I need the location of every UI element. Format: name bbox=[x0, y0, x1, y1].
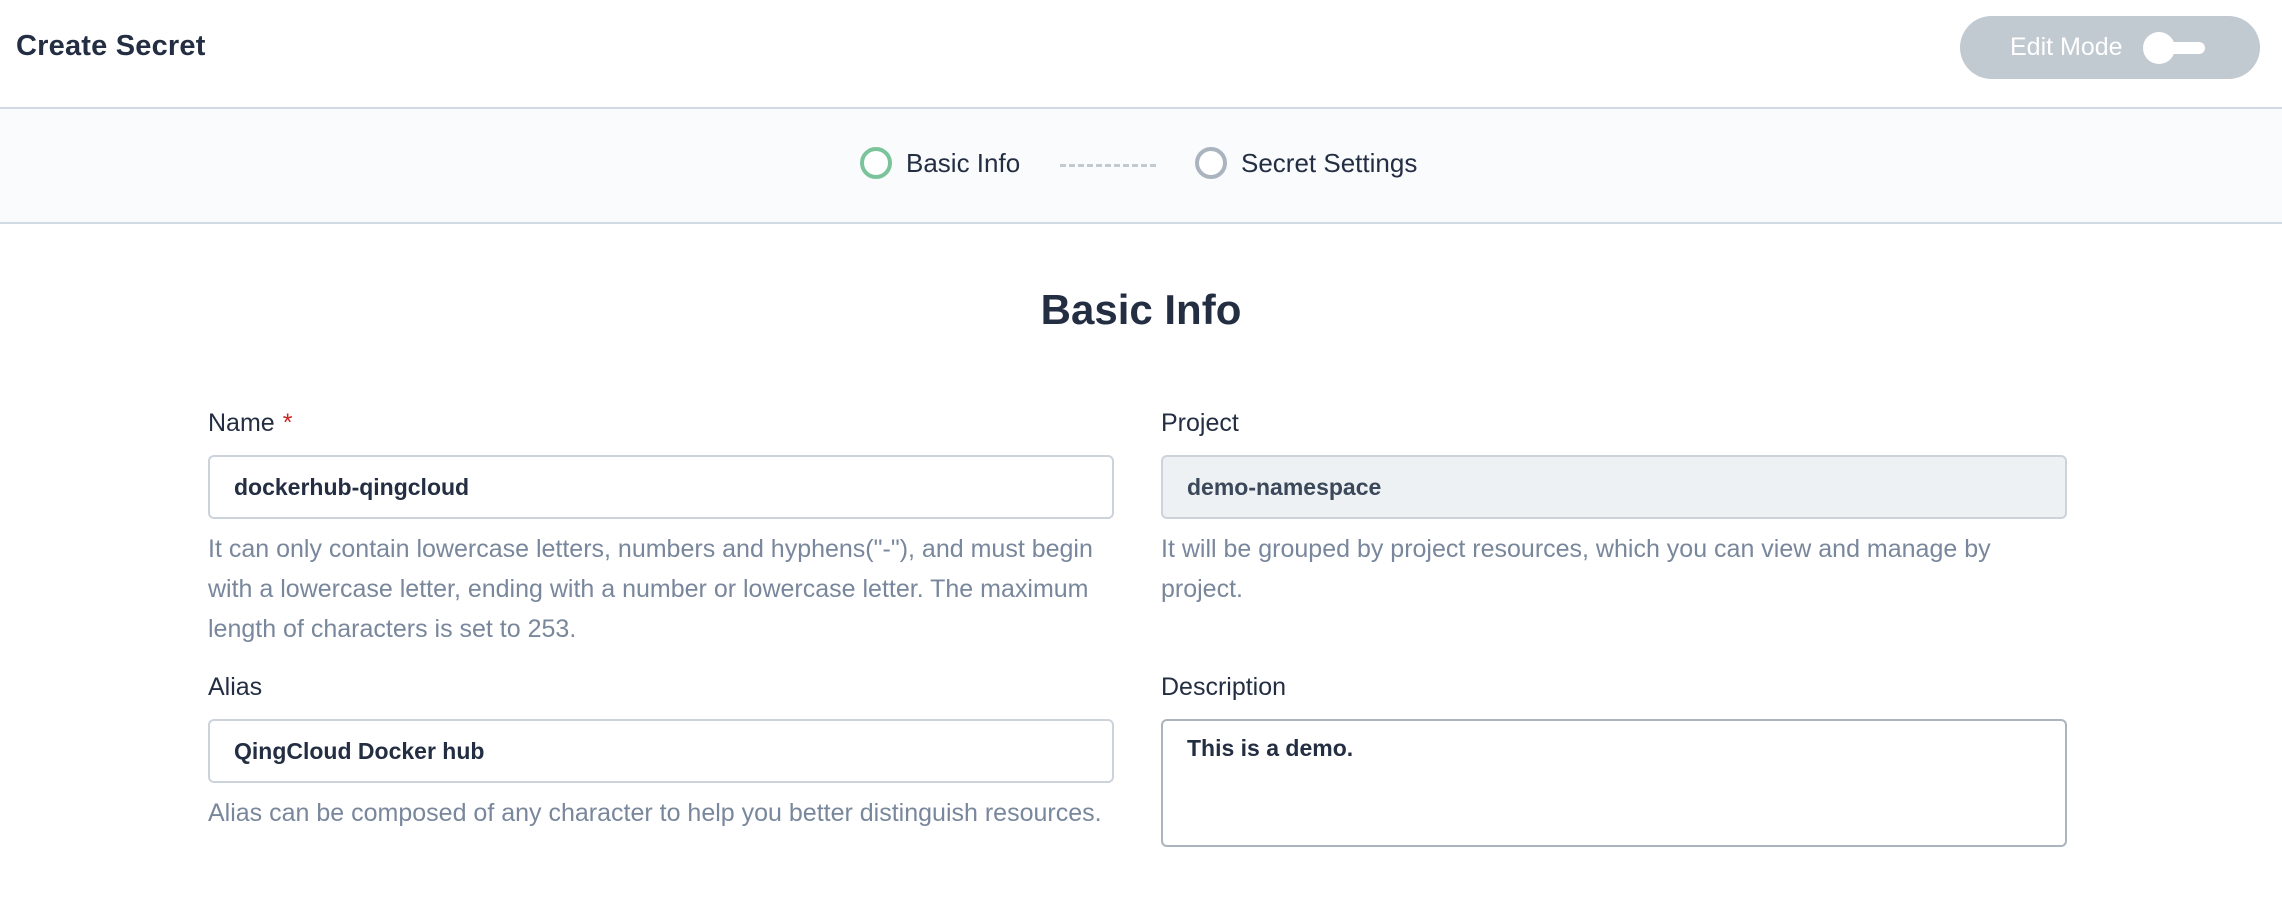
required-mark: * bbox=[282, 409, 293, 437]
edit-mode-toggle[interactable]: Edit Mode bbox=[1960, 16, 2260, 79]
description-textarea[interactable]: This is a demo. bbox=[1161, 719, 2067, 847]
step-inactive-circle-icon bbox=[1195, 147, 1227, 179]
step-active-circle-icon bbox=[860, 147, 892, 179]
edit-mode-label: Edit Mode bbox=[2010, 33, 2123, 61]
step-basic-info[interactable]: Basic Info bbox=[860, 147, 1020, 179]
project-label: Project bbox=[1161, 409, 1239, 437]
name-help-text: It can only contain lowercase letters, n… bbox=[208, 535, 1093, 643]
alias-help-text: Alias can be composed of any character t… bbox=[208, 799, 1102, 827]
toggle-knob bbox=[2143, 32, 2175, 64]
alias-field-group: Alias QingCloud Docker hub Alias can be … bbox=[208, 673, 1114, 833]
description-label: Description bbox=[1161, 673, 1287, 701]
alias-input[interactable]: QingCloud Docker hub bbox=[208, 719, 1114, 783]
step-label: Basic Info bbox=[906, 147, 1021, 178]
name-input[interactable]: dockerhub-qingcloud bbox=[208, 455, 1114, 519]
page-header: Create Secret Edit Mode bbox=[0, 0, 2282, 109]
step-secret-settings[interactable]: Secret Settings bbox=[1195, 147, 1417, 179]
description-field-group: Description This is a demo. bbox=[1161, 673, 2067, 847]
section-title: Basic Info bbox=[1040, 286, 1242, 333]
steps-bar: Basic Info Secret Settings bbox=[0, 109, 2282, 224]
project-input: demo-namespace bbox=[1161, 455, 2067, 519]
page-title: Create Secret bbox=[16, 30, 206, 62]
project-field-group: Project demo-namespace It will be groupe… bbox=[1161, 409, 2067, 609]
name-field-group: Name * dockerhub-qingcloud It can only co… bbox=[208, 409, 1114, 649]
project-help-text: It will be grouped by project resources,… bbox=[1161, 535, 1991, 603]
step-divider bbox=[1060, 164, 1156, 167]
name-label: Name * bbox=[208, 409, 293, 437]
alias-label: Alias bbox=[208, 673, 263, 701]
step-label: Secret Settings bbox=[1241, 147, 1418, 178]
